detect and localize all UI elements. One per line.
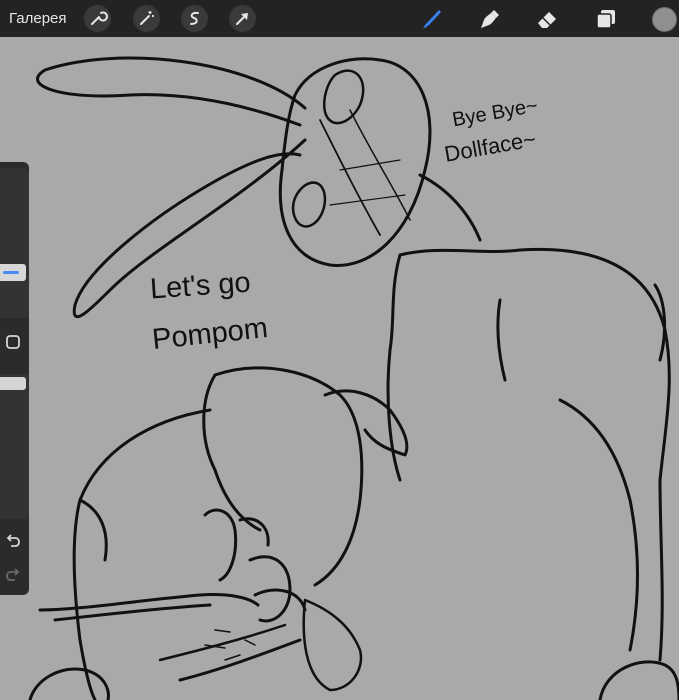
smudge-icon[interactable] bbox=[475, 5, 503, 33]
drawing-canvas[interactable]: Let's go Pompom Bye Bye~ Dollface~ bbox=[0, 37, 679, 700]
eraser-icon[interactable] bbox=[533, 5, 561, 33]
color-swatch-button[interactable] bbox=[652, 7, 677, 32]
brush-size-indicator bbox=[3, 271, 19, 274]
top-toolbar: Галерея bbox=[0, 0, 679, 37]
redo-icon[interactable] bbox=[3, 564, 23, 584]
magic-wand-icon[interactable] bbox=[133, 5, 160, 32]
brush-size-slider[interactable] bbox=[0, 168, 29, 318]
opacity-slider[interactable] bbox=[0, 374, 29, 519]
gallery-button[interactable]: Галерея bbox=[9, 10, 67, 27]
speech-text-lets-go: Let's go bbox=[148, 266, 252, 306]
selection-icon[interactable] bbox=[181, 5, 208, 32]
opacity-handle[interactable] bbox=[0, 377, 26, 390]
left-sidebar bbox=[0, 162, 29, 595]
brush-size-handle[interactable] bbox=[0, 264, 26, 281]
sketch-artwork bbox=[28, 56, 679, 700]
undo-icon[interactable] bbox=[3, 530, 23, 550]
layers-icon[interactable] bbox=[592, 5, 620, 33]
brush-icon[interactable] bbox=[417, 5, 445, 33]
wrench-icon[interactable] bbox=[84, 5, 111, 32]
transform-arrow-icon[interactable] bbox=[229, 5, 256, 32]
modify-square-icon[interactable] bbox=[3, 332, 23, 352]
